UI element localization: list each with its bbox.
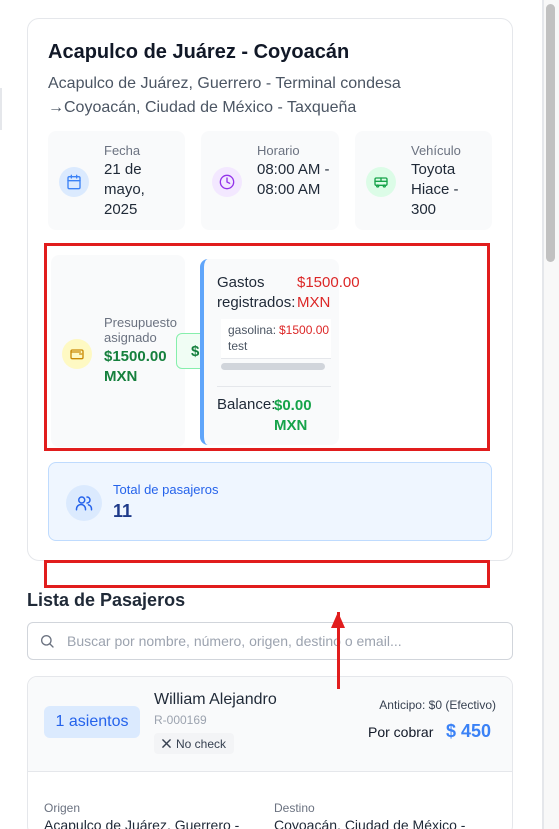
- passenger-total-value: 11: [113, 501, 133, 521]
- anticipo-text: Anticipo: $0 (Efectivo): [379, 698, 496, 712]
- destination-value: Coyoacán, Ciudad de México -: [274, 817, 466, 829]
- close-icon: [162, 737, 171, 751]
- vehicle-label: Vehículo: [411, 143, 461, 158]
- search-input[interactable]: [67, 623, 507, 659]
- users-icon: [66, 485, 102, 521]
- calendar-icon: [59, 167, 89, 197]
- date-value: 21 de mayo, 2025: [104, 161, 145, 218]
- date-label: Fecha: [104, 143, 141, 158]
- por-cobrar-label: Por cobrar: [368, 724, 434, 740]
- time-label: Horario: [257, 143, 300, 158]
- date-info-box: Fecha 21 de mayo, 2025: [48, 131, 185, 230]
- search-box[interactable]: [27, 622, 513, 660]
- passenger-list-title: Lista de Pasajeros: [27, 590, 186, 610]
- check-status-badge[interactable]: No check: [154, 733, 235, 754]
- left-edge-divider: [0, 88, 2, 130]
- route-subtitle: Acapulco de Juárez, Guerrero - Terminal …: [48, 72, 448, 120]
- passenger-card-header: 1 asientos William Alejandro R-000169 No…: [28, 677, 512, 772]
- passenger-total-box: Total de pasajeros 11: [48, 462, 492, 541]
- time-value: 08:00 AM - 08:00 AM: [257, 161, 330, 198]
- vehicle-value: Toyota Hiace - 300: [411, 161, 459, 218]
- bus-icon: [366, 167, 396, 197]
- route-origin-text: Acapulco de Juárez, Guerrero - Terminal …: [48, 75, 401, 92]
- route-title: Acapulco de Juárez - Coyoacán: [48, 41, 350, 63]
- page-scrollbar-thumb[interactable]: [546, 4, 555, 262]
- search-icon: [39, 633, 55, 654]
- vehicle-info-box: Vehículo Toyota Hiace - 300: [355, 131, 492, 230]
- origin-value: Acapulco de Juárez, Guerrero -: [44, 817, 240, 829]
- route-destination-text: →Coyoacán, Ciudad de México - Taxqueña: [48, 99, 357, 116]
- seats-badge: 1 asientos: [44, 706, 140, 738]
- por-cobrar-value: $ 450: [446, 721, 492, 741]
- passenger-name: William Alejandro: [154, 691, 277, 708]
- passenger-code: R-000169: [154, 713, 207, 727]
- annotation-target-box: [44, 560, 490, 588]
- passenger-total-label: Total de pasajeros: [113, 482, 219, 497]
- origin-label: Origen: [44, 801, 81, 815]
- passenger-card[interactable]: 1 asientos William Alejandro R-000169 No…: [27, 676, 513, 829]
- destination-label: Destino: [274, 801, 315, 815]
- check-status-text: No check: [176, 736, 227, 751]
- annotation-arrow-head: [331, 612, 345, 628]
- clock-icon: [212, 167, 242, 197]
- annotation-highlight-box: [44, 243, 490, 451]
- time-info-box: Horario 08:00 AM - 08:00 AM: [201, 131, 339, 230]
